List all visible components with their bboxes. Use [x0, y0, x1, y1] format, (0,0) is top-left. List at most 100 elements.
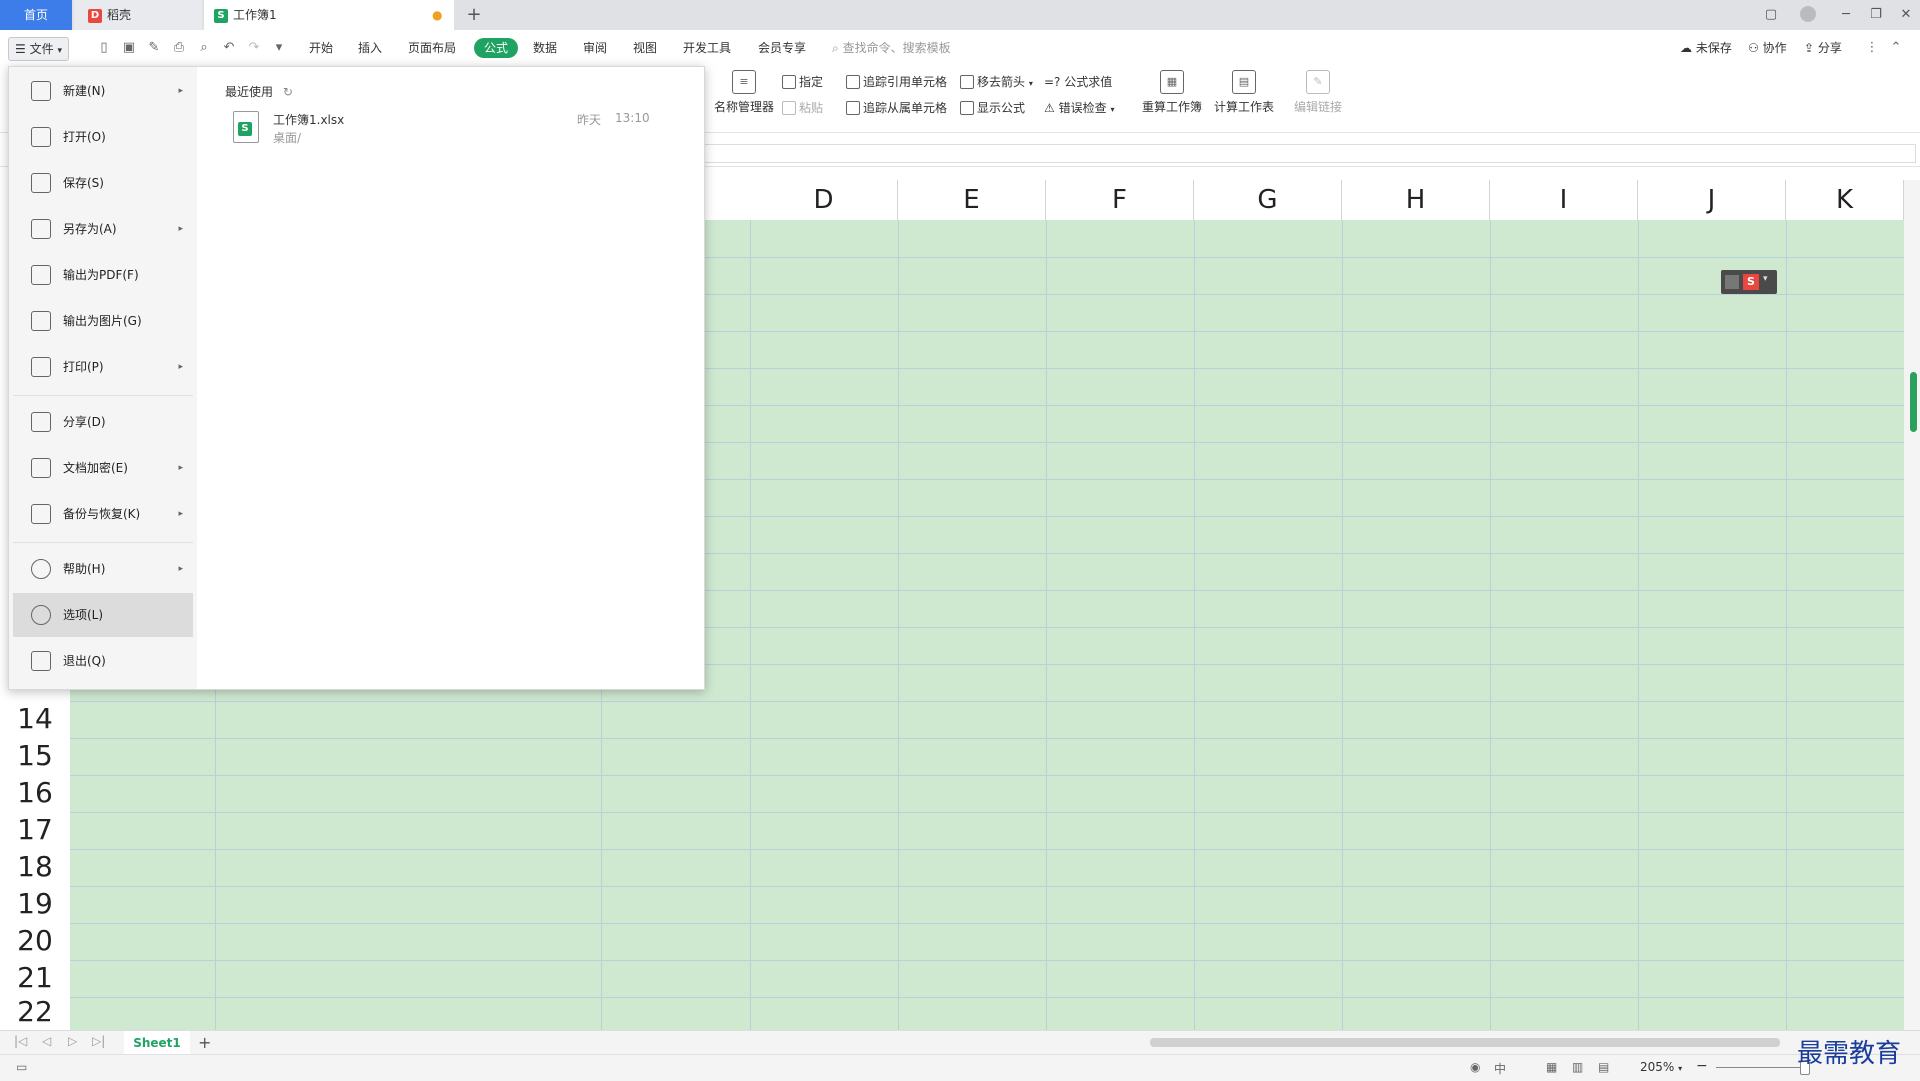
- remove-arrows-button[interactable]: 移去箭头 ▾: [960, 72, 1033, 92]
- vertical-scrollbar[interactable]: [1904, 180, 1920, 1030]
- page-break-view-icon[interactable]: ▤: [1598, 1060, 1609, 1074]
- eye-protect-icon[interactable]: ◉: [1470, 1060, 1480, 1074]
- edit-links-button[interactable]: ✎ 编辑链接: [1286, 70, 1350, 115]
- column-header[interactable]: G: [1194, 180, 1342, 220]
- tab-page-layout[interactable]: 页面布局: [408, 30, 456, 66]
- redo-icon[interactable]: ↷: [246, 40, 262, 56]
- column-header[interactable]: H: [1342, 180, 1490, 220]
- collapse-ribbon-icon[interactable]: ⌃: [1888, 40, 1904, 56]
- tab-developer[interactable]: 开发工具: [683, 30, 731, 66]
- format-painter-icon[interactable]: ✎: [146, 40, 162, 56]
- refresh-icon[interactable]: ↻: [283, 85, 293, 99]
- formula-input[interactable]: [700, 144, 1916, 163]
- file-menu-item-backup[interactable]: 备份与恢复(K) ▸: [13, 492, 193, 536]
- row-header[interactable]: 16: [0, 774, 70, 811]
- tab-data[interactable]: 数据: [533, 30, 557, 66]
- file-menu-item-save[interactable]: 保存(S): [13, 161, 193, 205]
- file-menu-item-new[interactable]: 新建(N) ▸: [13, 69, 193, 113]
- file-menu-item-help[interactable]: 帮助(H) ▸: [13, 547, 193, 591]
- collab-button[interactable]: ⚇ 协作: [1748, 30, 1787, 66]
- prev-sheet-icon[interactable]: ◁: [42, 1034, 51, 1048]
- normal-view-icon[interactable]: ▦: [1546, 1060, 1557, 1074]
- zoom-out-button[interactable]: −: [1696, 1058, 1708, 1074]
- row-header[interactable]: 15: [0, 737, 70, 774]
- show-formulas-button[interactable]: 显示公式: [960, 98, 1025, 118]
- tab-start[interactable]: 开始: [309, 30, 333, 66]
- last-sheet-icon[interactable]: ▷|: [92, 1034, 105, 1048]
- layout-icon[interactable]: ▢: [1761, 6, 1781, 24]
- cloud-status-button[interactable]: ☁ 未保存: [1680, 30, 1732, 66]
- horizontal-scroll-thumb[interactable]: [1150, 1038, 1780, 1047]
- next-sheet-icon[interactable]: ▷: [68, 1034, 77, 1048]
- tab-insert[interactable]: 插入: [358, 30, 382, 66]
- trace-dependents-button[interactable]: 追踪从属单元格: [846, 98, 947, 118]
- file-menu-item-save-as[interactable]: 另存为(A) ▸: [13, 207, 193, 251]
- share-button[interactable]: ⇪ 分享: [1804, 30, 1842, 66]
- recalc-workbook-button[interactable]: ▦ 重算工作簿: [1140, 70, 1204, 115]
- collab-label: 协作: [1762, 41, 1787, 55]
- evaluate-formula-button[interactable]: =? 公式求值: [1044, 72, 1112, 92]
- zoom-slider[interactable]: [1716, 1067, 1806, 1068]
- column-header[interactable]: K: [1786, 180, 1904, 220]
- save-icon[interactable]: ▣: [121, 40, 137, 56]
- vertical-scroll-thumb[interactable]: [1910, 372, 1917, 432]
- column-header[interactable]: E: [898, 180, 1046, 220]
- tab-view[interactable]: 视图: [633, 30, 657, 66]
- paste-button[interactable]: 粘贴: [782, 98, 823, 118]
- print-preview-icon[interactable]: ⌕: [196, 40, 212, 56]
- print-icon[interactable]: ⎙: [171, 40, 187, 56]
- column-header[interactable]: D: [750, 180, 898, 220]
- tab-review[interactable]: 审阅: [583, 30, 607, 66]
- recent-file-item[interactable]: S 工作簿1.xlsx 桌面/ 昨天 13:10: [221, 107, 691, 151]
- trace-precedents-button[interactable]: 追踪引用单元格: [846, 72, 947, 92]
- tab-home[interactable]: 首页: [0, 0, 72, 30]
- file-menu-item-exit[interactable]: 退出(Q): [13, 639, 193, 683]
- row-header[interactable]: 19: [0, 885, 70, 922]
- macro-record-icon[interactable]: ▭: [16, 1060, 27, 1074]
- show-formulas-label: 显示公式: [977, 101, 1026, 115]
- calc-sheet-button[interactable]: ▤ 计算工作表: [1212, 70, 1276, 115]
- tab-docer[interactable]: D 稻壳: [74, 0, 202, 30]
- row-header[interactable]: 17: [0, 811, 70, 848]
- page-layout-view-icon[interactable]: ▥: [1572, 1060, 1583, 1074]
- zoom-level[interactable]: 205% ▾: [1640, 1060, 1682, 1074]
- more-icon[interactable]: ⋮: [1864, 40, 1880, 56]
- avatar[interactable]: [1800, 6, 1816, 22]
- close-icon[interactable]: ✕: [1896, 6, 1916, 24]
- row-header[interactable]: 22: [0, 993, 70, 1030]
- error-check-button[interactable]: ⚠ 错误检查 ▾: [1044, 98, 1114, 118]
- file-menu-item-export-image[interactable]: 输出为图片(G): [13, 299, 193, 343]
- file-menu-item-print[interactable]: 打印(P) ▸: [13, 345, 193, 389]
- tab-formula[interactable]: 公式: [474, 38, 519, 58]
- column-header[interactable]: F: [1046, 180, 1194, 220]
- undo-icon[interactable]: ↶: [221, 40, 237, 56]
- row-header[interactable]: 18: [0, 848, 70, 885]
- column-header[interactable]: I: [1490, 180, 1638, 220]
- new-tab-button[interactable]: +: [462, 0, 486, 30]
- column-header[interactable]: J: [1638, 180, 1786, 220]
- file-menu-button[interactable]: ☰ 文件 ▾: [8, 37, 69, 61]
- new-doc-icon[interactable]: ▯: [96, 40, 112, 56]
- error-check-label: 错误检查: [1058, 101, 1107, 115]
- file-menu-item-export-pdf[interactable]: 输出为PDF(F): [13, 253, 193, 297]
- specify-button[interactable]: 指定: [782, 72, 823, 92]
- file-menu-item-options[interactable]: 选项(L): [13, 593, 193, 637]
- first-sheet-icon[interactable]: |◁: [14, 1034, 27, 1048]
- row-header[interactable]: 21: [0, 959, 70, 996]
- restore-icon[interactable]: ❐: [1866, 6, 1886, 24]
- tab-member[interactable]: 会员专享: [758, 30, 806, 66]
- customize-icon[interactable]: ▾: [271, 40, 287, 56]
- row-header[interactable]: 20: [0, 922, 70, 959]
- ime-toolbar[interactable]: S ▾: [1721, 270, 1777, 294]
- ime-status-icon[interactable]: 中: [1494, 1060, 1506, 1077]
- sheet-tab-sheet1[interactable]: Sheet1: [124, 1031, 190, 1055]
- tab-workbook[interactable]: S 工作簿1 ●: [204, 0, 454, 30]
- name-manager-button[interactable]: ≡ 名称管理器: [712, 70, 776, 115]
- row-header[interactable]: 14: [0, 700, 70, 737]
- file-menu-item-open[interactable]: 打开(O): [13, 115, 193, 159]
- file-menu-item-encrypt[interactable]: 文档加密(E) ▸: [13, 446, 193, 490]
- search-box[interactable]: ⌕ 查找命令、搜索模板: [832, 30, 951, 66]
- minimize-icon[interactable]: ─: [1836, 6, 1856, 24]
- file-menu-item-share[interactable]: 分享(D): [13, 400, 193, 444]
- add-sheet-button[interactable]: +: [198, 1031, 211, 1055]
